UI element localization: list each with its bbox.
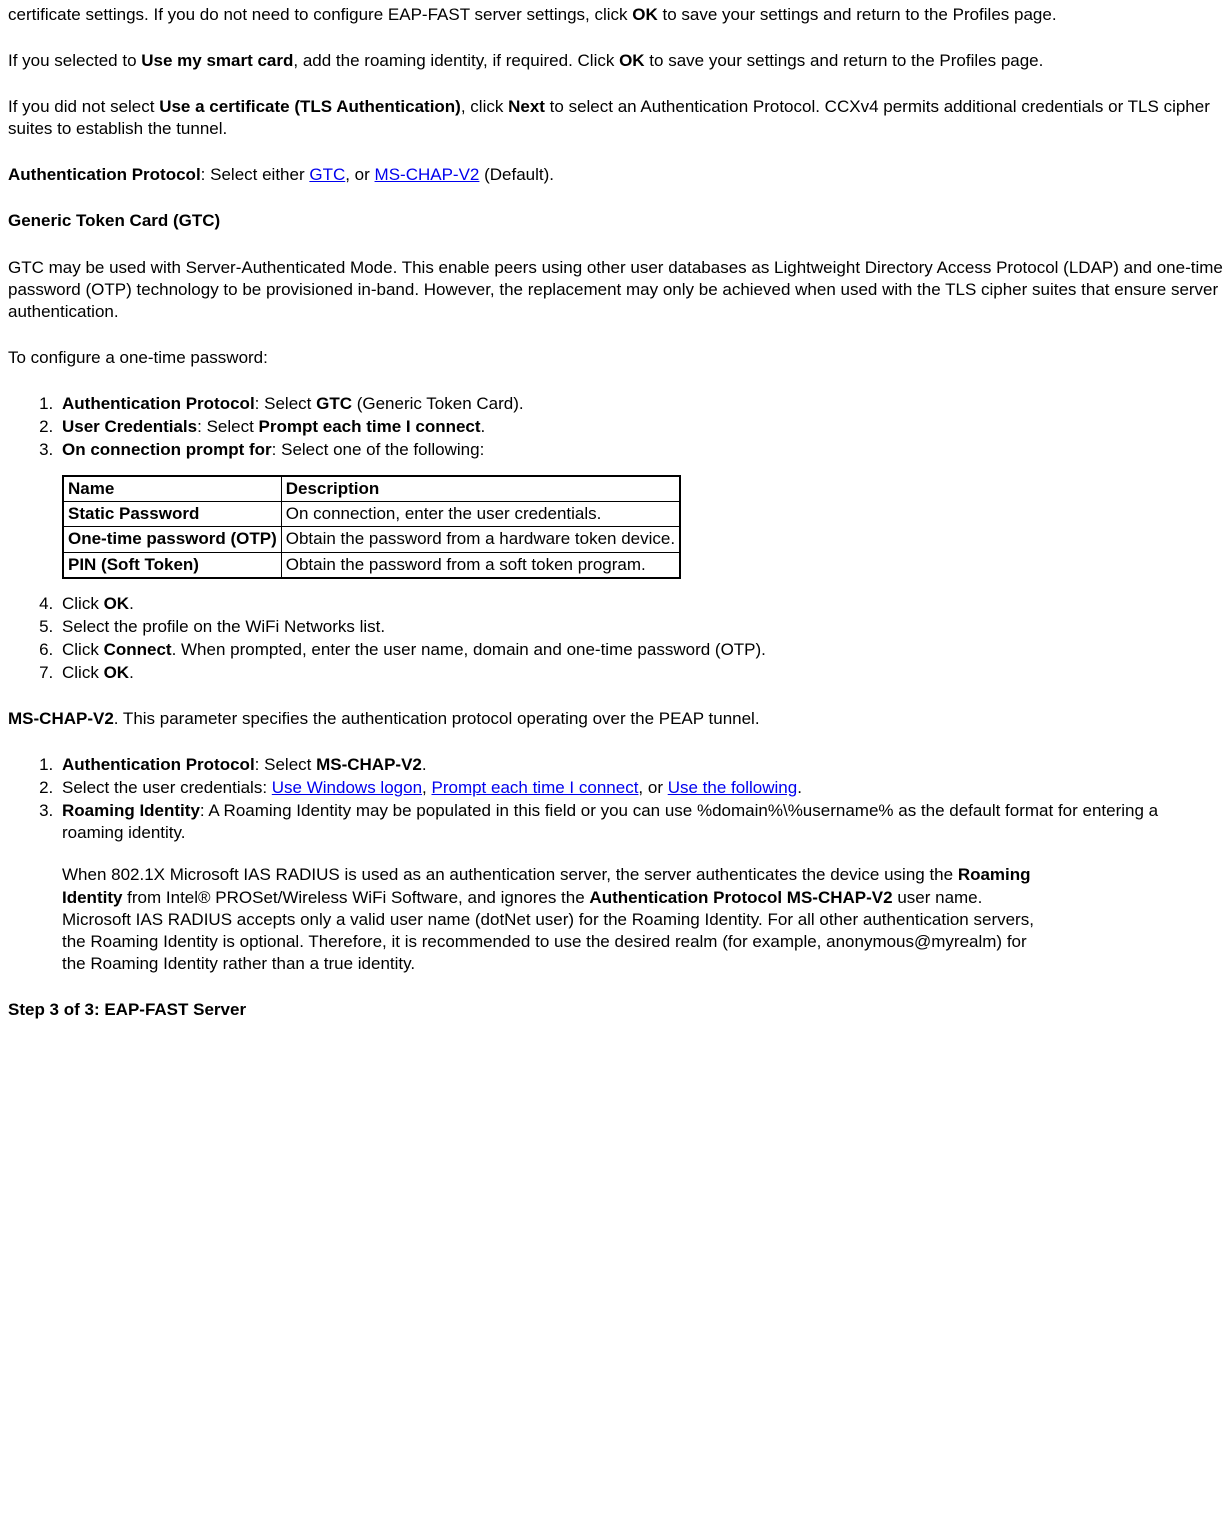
table-row: PIN (Soft Token) Obtain the password fro… bbox=[63, 552, 680, 578]
list-item: User Credentials: Select Prompt each tim… bbox=[58, 416, 1224, 438]
link-ms-chap-v2[interactable]: MS-CHAP-V2 bbox=[375, 165, 480, 184]
link-use-windows-logon[interactable]: Use Windows logon bbox=[272, 778, 422, 797]
list-item: Roaming Identity: A Roaming Identity may… bbox=[58, 800, 1224, 975]
list-item: Authentication Protocol: Select MS-CHAP-… bbox=[58, 754, 1224, 776]
paragraph-configure-otp: To configure a one-time password: bbox=[8, 347, 1224, 369]
paragraph-gtc-desc: GTC may be used with Server-Authenticate… bbox=[8, 257, 1224, 323]
table-prompt-options: Name Description Static Password On conn… bbox=[62, 475, 681, 578]
table-row: One-time password (OTP) Obtain the passw… bbox=[63, 527, 680, 552]
paragraph-ms-chap-v2: MS-CHAP-V2. This parameter specifies the… bbox=[8, 708, 1224, 730]
heading-gtc: Generic Token Card (GTC) bbox=[8, 210, 1224, 232]
list-item: Click OK. bbox=[58, 593, 1224, 615]
list-item: Select the profile on the WiFi Networks … bbox=[58, 616, 1224, 638]
paragraph-cert-settings: certificate settings. If you do not need… bbox=[8, 4, 1224, 26]
list-item: Select the user credentials: Use Windows… bbox=[58, 777, 1224, 799]
link-gtc[interactable]: GTC bbox=[309, 165, 345, 184]
table-header-name: Name bbox=[63, 476, 281, 502]
table-header-description: Description bbox=[281, 476, 680, 502]
list-mschap-steps: Authentication Protocol: Select MS-CHAP-… bbox=[8, 754, 1224, 975]
paragraph-no-cert: If you did not select Use a certificate … bbox=[8, 96, 1224, 140]
list-otp-steps: Authentication Protocol: Select GTC (Gen… bbox=[8, 393, 1224, 684]
link-prompt-each-time[interactable]: Prompt each time I connect bbox=[431, 778, 638, 797]
list-item: Authentication Protocol: Select GTC (Gen… bbox=[58, 393, 1224, 415]
list-item: On connection prompt for: Select one of … bbox=[58, 439, 1224, 578]
table-row: Static Password On connection, enter the… bbox=[63, 502, 680, 527]
paragraph-smart-card: If you selected to Use my smart card, ad… bbox=[8, 50, 1224, 72]
list-item: Click OK. bbox=[58, 662, 1224, 684]
list-item: Click Connect. When prompted, enter the … bbox=[58, 639, 1224, 661]
paragraph-auth-protocol: Authentication Protocol: Select either G… bbox=[8, 164, 1224, 186]
link-use-the-following[interactable]: Use the following bbox=[668, 778, 797, 797]
heading-step-3: Step 3 of 3: EAP-FAST Server bbox=[8, 999, 1224, 1021]
